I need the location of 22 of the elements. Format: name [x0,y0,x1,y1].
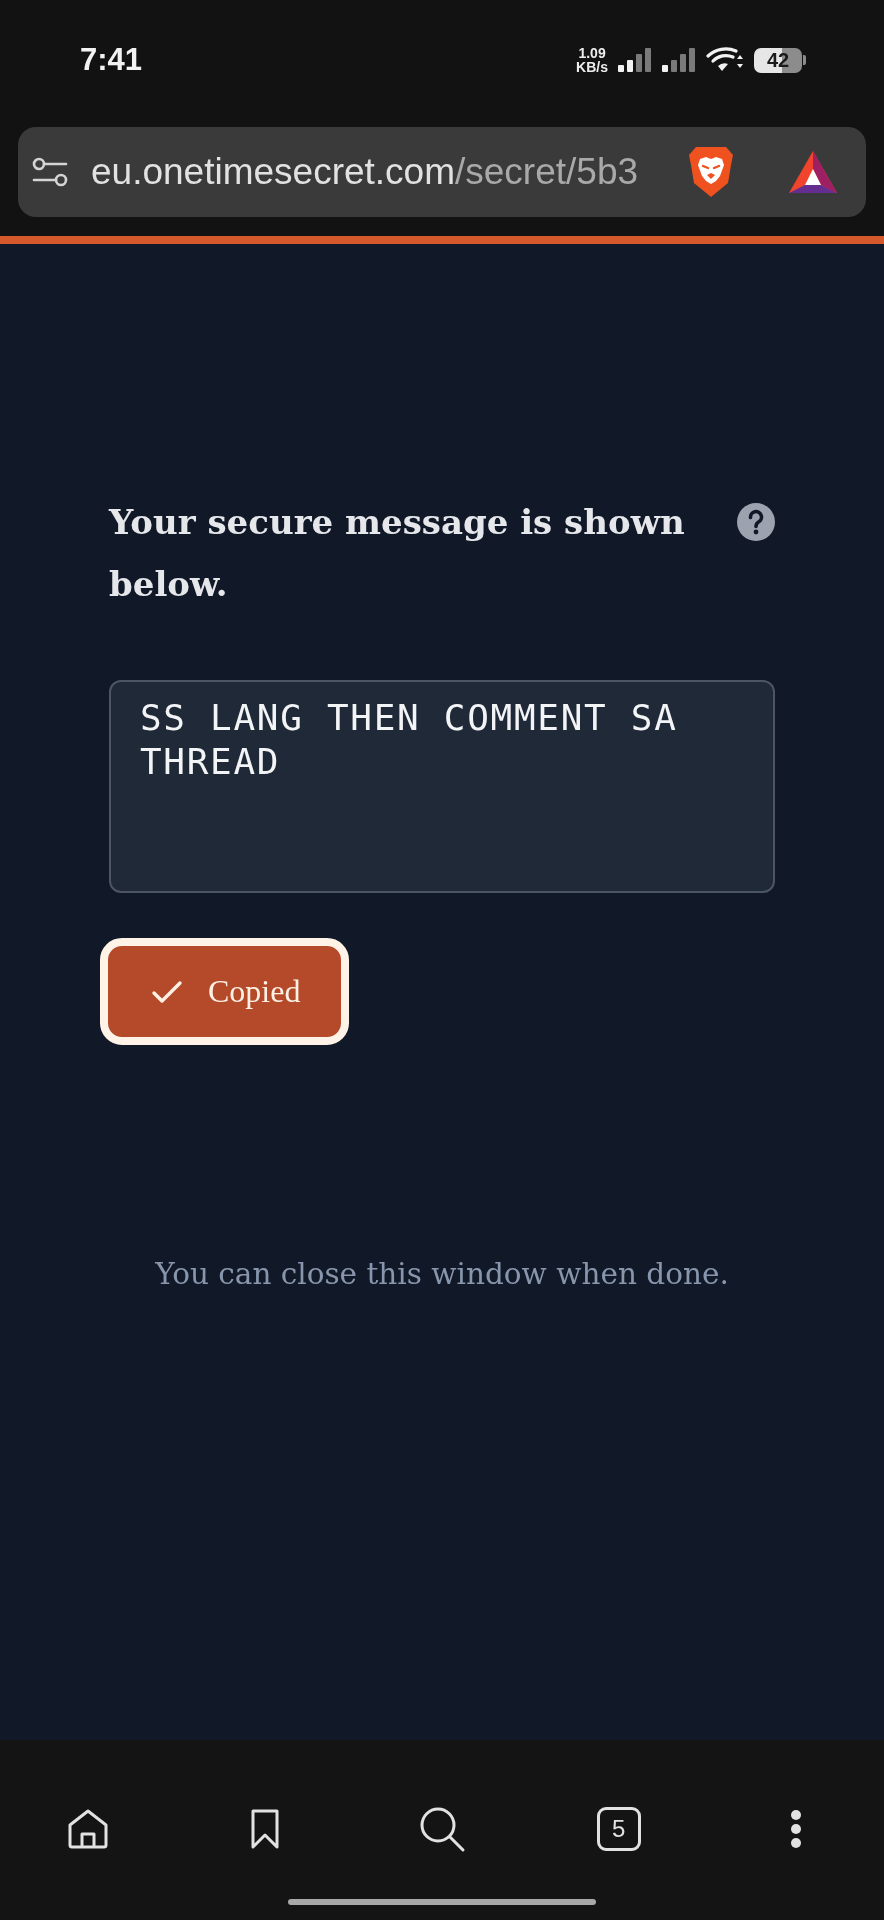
tabs-button[interactable]: 5 [596,1807,641,1851]
menu-icon[interactable] [789,1809,802,1849]
battery-indicator: 42 [754,47,806,73]
network-speed-value: 1.09 [578,46,606,60]
page-heading: Your secure message is shown below. [109,501,686,606]
home-icon[interactable] [66,1808,111,1850]
sliders-icon[interactable] [32,157,68,187]
copy-button[interactable]: Copied [100,938,349,1045]
help-icon[interactable] [737,503,775,541]
signal-icon [662,48,696,72]
bookmark-icon[interactable] [249,1808,282,1850]
wifi-icon [706,47,744,73]
footer-note: You can close this window when done. [155,1256,729,1293]
message-field[interactable]: SS LANG THEN COMMENT SA THREAD [109,680,775,893]
triangle-icon[interactable] [787,149,839,195]
signal-icon [618,48,652,72]
network-speed-unit: KB/s [576,60,608,74]
shield-icon[interactable] [686,145,736,199]
status-time: 7:41 [80,42,143,78]
check-icon [151,979,183,1004]
address-bar[interactable]: eu.onetimesecret.com/secret/5b3 [18,127,866,217]
search-icon[interactable] [418,1805,466,1853]
